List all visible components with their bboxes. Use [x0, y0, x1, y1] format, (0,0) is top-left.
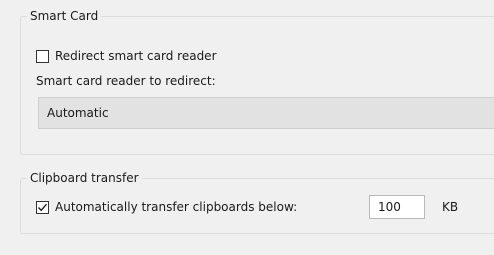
clipboard-size-unit: KB	[442, 200, 459, 214]
auto-transfer-checkbox[interactable]	[36, 200, 49, 214]
clipboard-size-value: 100	[378, 200, 401, 214]
clipboard-group-title: Clipboard transfer	[27, 170, 142, 186]
check-mark-icon	[37, 203, 48, 211]
reader-to-redirect-label: Smart card reader to redirect:	[36, 74, 216, 88]
redirect-smart-card-label[interactable]: Redirect smart card reader	[55, 48, 217, 64]
smart-card-group: Smart Card Redirect smart card reader Sm…	[20, 8, 494, 155]
redirect-smart-card-checkbox[interactable]	[36, 49, 49, 63]
auto-transfer-label[interactable]: Automatically transfer clipboards below:	[55, 199, 297, 215]
clipboard-group: Clipboard transfer Automatically transfe…	[20, 170, 494, 234]
reader-to-redirect-select[interactable]: Automatic	[38, 97, 494, 129]
redirect-smart-card-option[interactable]: Redirect smart card reader	[36, 48, 217, 64]
smart-card-group-title: Smart Card	[27, 8, 102, 24]
reader-to-redirect-value: Automatic	[47, 106, 109, 120]
auto-transfer-option[interactable]: Automatically transfer clipboards below:	[36, 199, 297, 215]
clipboard-size-input[interactable]: 100	[369, 195, 425, 219]
